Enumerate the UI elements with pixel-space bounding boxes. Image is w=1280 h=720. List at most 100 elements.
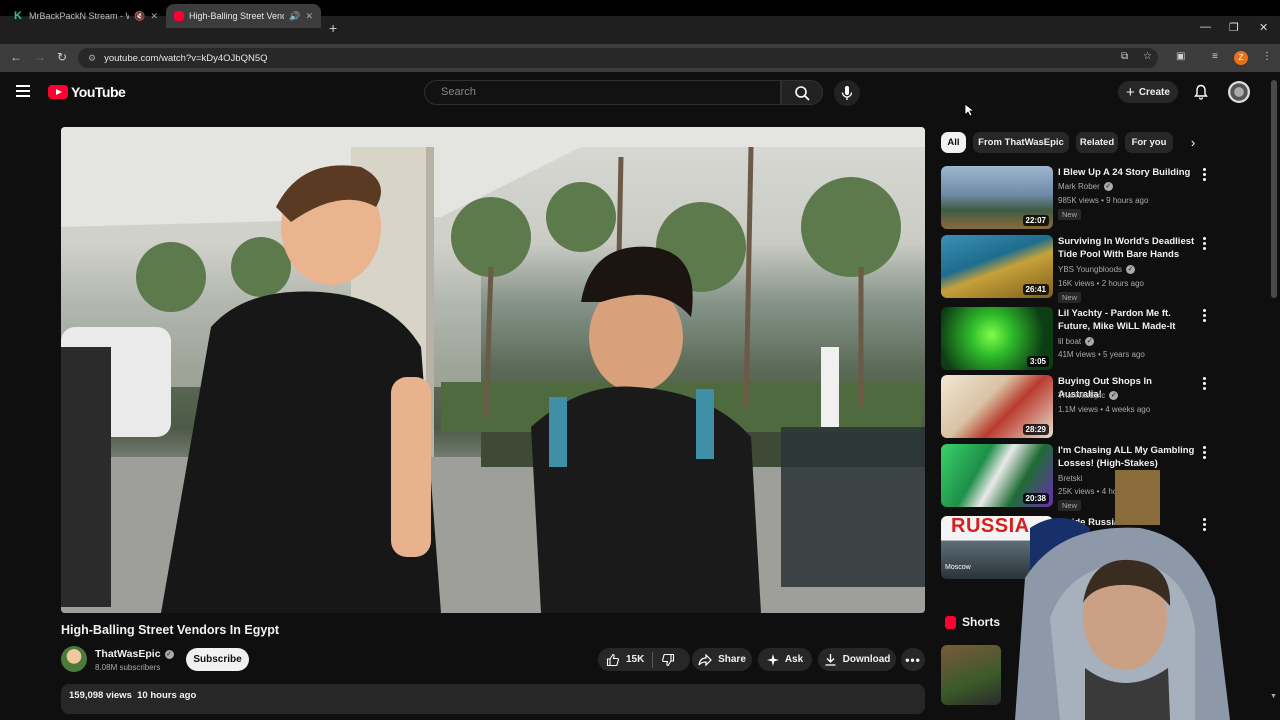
browser-profile-avatar[interactable]: Z [1234, 51, 1248, 65]
maximize-icon[interactable]: ❐ [1229, 21, 1239, 34]
channel-avatar[interactable] [61, 646, 87, 672]
notifications-bell-icon[interactable] [1192, 83, 1210, 101]
search-input[interactable]: Search [424, 80, 781, 105]
video-thumbnail[interactable]: 3:05 [941, 307, 1053, 370]
verified-check-icon: ✓ [1109, 391, 1119, 400]
close-tab-icon[interactable]: ✕ [305, 11, 313, 22]
share-button[interactable]: Share [692, 648, 752, 671]
thumbs-up-icon [606, 653, 619, 666]
reload-icon[interactable]: ↻ [57, 50, 67, 64]
account-avatar[interactable] [1228, 81, 1250, 103]
recommendation-item[interactable]: 22:07 I Blew Up A 24 Story Building Mark… [941, 166, 1211, 230]
duration-badge: 28:29 [1022, 424, 1049, 435]
like-count: 15K [626, 654, 645, 665]
sparkle-icon [766, 653, 779, 666]
more-vertical-icon[interactable] [1200, 377, 1208, 391]
search-button[interactable] [781, 80, 823, 105]
channel-name[interactable]: ThatWasEpic ✓ [95, 648, 174, 660]
back-icon[interactable]: ← [10, 50, 22, 64]
thumbs-down-icon[interactable] [661, 653, 675, 667]
create-button[interactable]: + Create [1118, 81, 1178, 103]
channel-name-text: ThatWasEpic [95, 648, 161, 660]
youtube-play-icon [48, 85, 68, 99]
ask-label: Ask [784, 654, 804, 665]
chip-all[interactable]: All [941, 132, 966, 153]
video-frame [61, 127, 925, 613]
new-badge: New [1058, 292, 1082, 303]
rec-meta: 41M views • 5 years ago [1058, 350, 1145, 359]
subscriber-count: 8.08M subscribers [95, 663, 161, 672]
new-tab-icon[interactable]: + [329, 20, 337, 36]
download-button[interactable]: Download [818, 648, 896, 671]
forward-icon[interactable]: → [34, 50, 46, 64]
more-vertical-icon[interactable] [1200, 168, 1208, 182]
rec-title: Lil Yachty - Pardon Me ft. Future, Mike … [1058, 308, 1176, 332]
more-vertical-icon[interactable] [1200, 446, 1208, 460]
shorts-icon [945, 616, 956, 629]
recommendation-item[interactable]: 28:29 Buying Out Shops In Australia! Tha… [941, 375, 1211, 439]
more-vertical-icon[interactable] [1200, 237, 1208, 251]
rec-channel-text: ThatWasEpic [1058, 391, 1106, 400]
new-badge: New [1058, 209, 1082, 220]
chip-for-you[interactable]: For you [1125, 132, 1173, 153]
upload-age: 10 hours ago [137, 690, 197, 701]
site-info-icon[interactable]: ⚙ [88, 53, 96, 64]
rec-title: Surviving In World's Deadliest Tide Pool… [1058, 236, 1195, 260]
rec-meta: 985K views • 9 hours ago [1058, 196, 1149, 205]
close-tab-icon[interactable]: ✕ [150, 11, 158, 22]
more-actions-button[interactable]: ••• [901, 648, 925, 671]
webcam-overlay [1015, 470, 1230, 720]
download-icon [825, 654, 836, 666]
more-vertical-icon[interactable] [1200, 309, 1208, 323]
search-icon [795, 86, 810, 101]
install-app-icon[interactable]: ⧉ [1121, 51, 1128, 62]
download-label: Download [842, 654, 891, 665]
browser-tab-youtube[interactable]: High-Balling Street Vendors 🔊 ✕ [166, 4, 321, 28]
rec-meta: 16K views • 2 hours ago [1058, 279, 1144, 288]
bookmark-star-icon[interactable]: ☆ [1143, 51, 1152, 62]
chevron-right-icon[interactable]: › [1183, 133, 1203, 153]
media-controls-icon[interactable]: ≡ [1212, 51, 1218, 62]
recommendation-item[interactable]: 26:41 Surviving In World's Deadliest Tid… [941, 235, 1211, 303]
duration-badge: 26:41 [1022, 284, 1049, 295]
video-view-meta: 159,098 views 10 hours ago [69, 690, 196, 701]
browser-menu-icon[interactable]: ⋮ [1262, 51, 1272, 62]
video-title: High-Balling Street Vendors In Egypt [61, 623, 280, 637]
browser-tab-stream[interactable]: K MrBackPackN Stream - Wa 🔇 ✕ [6, 4, 166, 28]
rec-channel: ThatWasEpic ✓ [1058, 391, 1119, 400]
video-player[interactable] [61, 127, 925, 613]
tab-title: MrBackPackN Stream - Wa [29, 11, 130, 21]
subscribe-button[interactable]: Subscribe [186, 648, 249, 671]
side-panel-icon[interactable]: ▣ [1176, 51, 1185, 62]
verified-check-icon: ✓ [1085, 337, 1095, 346]
video-thumbnail[interactable]: 28:29 [941, 375, 1053, 438]
audio-playing-icon[interactable]: 🔊 [289, 11, 300, 22]
rec-channel: Mark Rober ✓ [1058, 182, 1113, 191]
voice-search-button[interactable] [834, 80, 860, 106]
window-close-icon[interactable]: ✕ [1259, 21, 1268, 34]
mouse-cursor-icon [964, 103, 974, 117]
address-url: youtube.com/watch?v=kDy4OJbQN5Q [104, 52, 268, 64]
video-thumbnail[interactable]: 26:41 [941, 235, 1053, 298]
chip-from-channel[interactable]: From ThatWasEpic [973, 132, 1069, 153]
more-horizontal-icon: ••• [905, 652, 921, 667]
scroll-down-icon[interactable]: ▼ [1270, 693, 1277, 700]
rec-channel-text: Mark Rober [1058, 182, 1100, 191]
address-bar[interactable]: ⚙ youtube.com/watch?v=kDy4OJbQN5Q [78, 48, 1158, 68]
page-scrollbar[interactable] [1271, 80, 1277, 298]
share-label: Share [718, 654, 746, 665]
recommendation-item[interactable]: 3:05 Lil Yachty - Pardon Me ft. Future, … [941, 307, 1211, 371]
chip-related[interactable]: Related [1076, 132, 1118, 153]
verified-check-icon: ✓ [1103, 182, 1113, 191]
tab-title: High-Balling Street Vendors [189, 11, 284, 21]
rec-title: I Blew Up A 24 Story Building [1058, 167, 1191, 178]
mute-icon[interactable]: 🔇 [134, 11, 145, 22]
youtube-logo[interactable]: YouTube [48, 84, 126, 100]
minimize-icon[interactable]: — [1200, 21, 1211, 33]
guide-menu-icon[interactable] [16, 85, 30, 100]
video-thumbnail[interactable]: 22:07 [941, 166, 1053, 229]
like-button[interactable]: 15K [606, 653, 644, 667]
youtube-favicon-icon [174, 11, 184, 21]
ask-button[interactable]: Ask [758, 648, 812, 671]
plus-icon: + [1126, 83, 1135, 101]
